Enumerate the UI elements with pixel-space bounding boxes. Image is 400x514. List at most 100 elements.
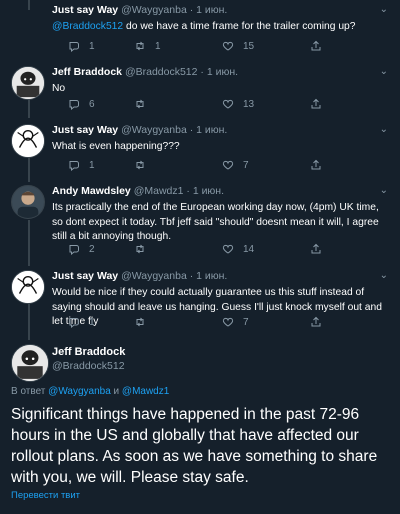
retweet-button[interactable]: 1 <box>134 40 161 52</box>
tweet-actions: 2 14 <box>52 243 352 257</box>
reply-button[interactable]: 1 <box>68 159 95 171</box>
like-count: 15 <box>243 40 255 52</box>
tweet-date[interactable]: 1 июн. <box>196 270 227 282</box>
reply-button[interactable]: 2 <box>68 243 95 255</box>
like-count: 7 <box>243 316 249 328</box>
tweet-date[interactable]: 1 июн. <box>193 185 224 197</box>
author-name[interactable]: Jeff Braddock <box>52 346 125 358</box>
tweet-actions: 1 1 15 <box>52 40 352 54</box>
author-name[interactable]: Just say Way <box>52 4 118 16</box>
reply-icon <box>69 161 79 171</box>
reply-count: 1 <box>89 159 95 171</box>
separator: · <box>189 270 194 282</box>
tweet-header: Andy Mawdsley @Mawdz1 · 1 июн. <box>52 185 388 198</box>
share-icon <box>311 98 321 109</box>
reply-prefix: В ответ <box>11 386 49 397</box>
chevron-down-icon[interactable]: ⌄ <box>380 4 388 15</box>
like-icon <box>222 244 234 254</box>
share-button[interactable] <box>310 243 331 255</box>
reply-button[interactable]: 1 <box>68 316 95 328</box>
author-handle[interactable]: @Waygyanba <box>121 270 187 282</box>
tweet[interactable]: Jeff Braddock @Braddock512 · 1 июн. ⌄ No <box>0 66 400 122</box>
avatar[interactable] <box>11 66 45 100</box>
like-button[interactable]: 14 <box>222 243 254 255</box>
author-handle[interactable]: @Braddock512 <box>52 360 125 372</box>
like-button[interactable]: 7 <box>222 316 249 328</box>
share-button[interactable] <box>310 159 331 171</box>
tweet-text: No <box>52 83 66 94</box>
tweet-date[interactable]: 1 июн. <box>207 66 238 78</box>
tweet-text: Its practically the end of the European … <box>52 202 379 242</box>
retweet-button[interactable] <box>134 316 155 328</box>
avatar-image <box>12 271 44 303</box>
reply-icon <box>69 100 79 110</box>
like-icon <box>222 317 234 327</box>
retweet-icon <box>136 160 144 170</box>
like-button[interactable]: 13 <box>222 98 254 110</box>
separator: · <box>200 66 204 78</box>
like-icon <box>222 41 234 51</box>
avatar-image <box>12 67 44 99</box>
author-name[interactable]: Andy Mawdsley <box>52 185 131 197</box>
tweet-text: Significant things have happened in the … <box>11 406 378 486</box>
retweet-icon <box>136 99 144 109</box>
author-name[interactable]: Jeff Braddock <box>52 66 122 78</box>
reply-icon <box>69 318 79 328</box>
chevron-down-icon[interactable]: ⌄ <box>380 124 388 135</box>
avatar[interactable] <box>11 344 49 382</box>
author-handle[interactable]: @Mawdz1 <box>134 185 184 197</box>
avatar-image <box>12 125 44 157</box>
avatar[interactable] <box>11 185 45 219</box>
share-button[interactable] <box>310 40 331 52</box>
tweet-text: What is even happening??? <box>52 141 180 152</box>
like-icon <box>222 160 234 170</box>
translate-link[interactable]: Перевести твит <box>11 490 80 501</box>
retweet-icon <box>136 317 144 327</box>
author-handle[interactable]: @Braddock512 <box>125 66 198 78</box>
avatar-image <box>12 186 44 218</box>
chevron-down-icon[interactable]: ⌄ <box>380 270 388 281</box>
chevron-down-icon[interactable]: ⌄ <box>380 66 388 77</box>
tweet-date[interactable]: 1 июн. <box>196 4 227 16</box>
like-button[interactable]: 7 <box>222 159 249 171</box>
like-count: 14 <box>243 243 255 255</box>
retweet-button[interactable] <box>134 98 155 110</box>
tweet-header: Just say Way @Waygyanba · 1 июн. <box>52 270 388 283</box>
avatar[interactable] <box>11 270 45 304</box>
share-icon <box>311 316 321 327</box>
reply-count: 2 <box>89 243 95 255</box>
tweet-header: Jeff Braddock @Braddock512 · 1 июн. <box>52 66 388 79</box>
reply-count: 1 <box>89 316 95 328</box>
retweet-count: 1 <box>155 40 161 52</box>
author-name[interactable]: Just say Way <box>52 124 118 136</box>
tweet-actions: 1 7 <box>52 316 352 330</box>
retweet-icon <box>136 244 144 254</box>
tweet-header: Just say Way @Waygyanba · 1 июн. <box>52 4 388 17</box>
author-name[interactable]: Just say Way <box>52 270 118 282</box>
author-handle[interactable]: @Waygyanba <box>121 124 187 136</box>
like-button[interactable]: 15 <box>222 40 254 52</box>
reply-context: В ответ @Waygyanba и @Mawdz1 <box>11 386 169 397</box>
mention-link[interactable]: @Braddock512 <box>52 21 123 32</box>
share-icon <box>311 159 321 170</box>
tweet-body: do we have a time frame for the trailer … <box>123 21 356 32</box>
share-icon <box>311 243 321 254</box>
avatar[interactable] <box>11 124 45 158</box>
share-button[interactable] <box>310 316 331 328</box>
like-count: 7 <box>243 159 249 171</box>
like-icon <box>222 99 234 109</box>
chevron-down-icon[interactable]: ⌄ <box>380 185 388 196</box>
reply-icon <box>69 245 79 255</box>
separator: · <box>186 185 190 197</box>
retweet-button[interactable] <box>134 159 155 171</box>
separator: · <box>189 4 194 16</box>
tweet-actions: 1 7 <box>52 159 352 173</box>
retweet-button[interactable] <box>134 243 155 255</box>
tweet-date[interactable]: 1 июн. <box>196 124 227 136</box>
reply-button[interactable]: 1 <box>68 40 95 52</box>
mention-link[interactable]: @Waygyanba <box>48 386 111 397</box>
author-handle[interactable]: @Waygyanba <box>121 4 187 16</box>
reply-button[interactable]: 6 <box>68 98 95 110</box>
mention-link[interactable]: @Mawdz1 <box>122 386 169 397</box>
share-button[interactable] <box>310 98 331 110</box>
